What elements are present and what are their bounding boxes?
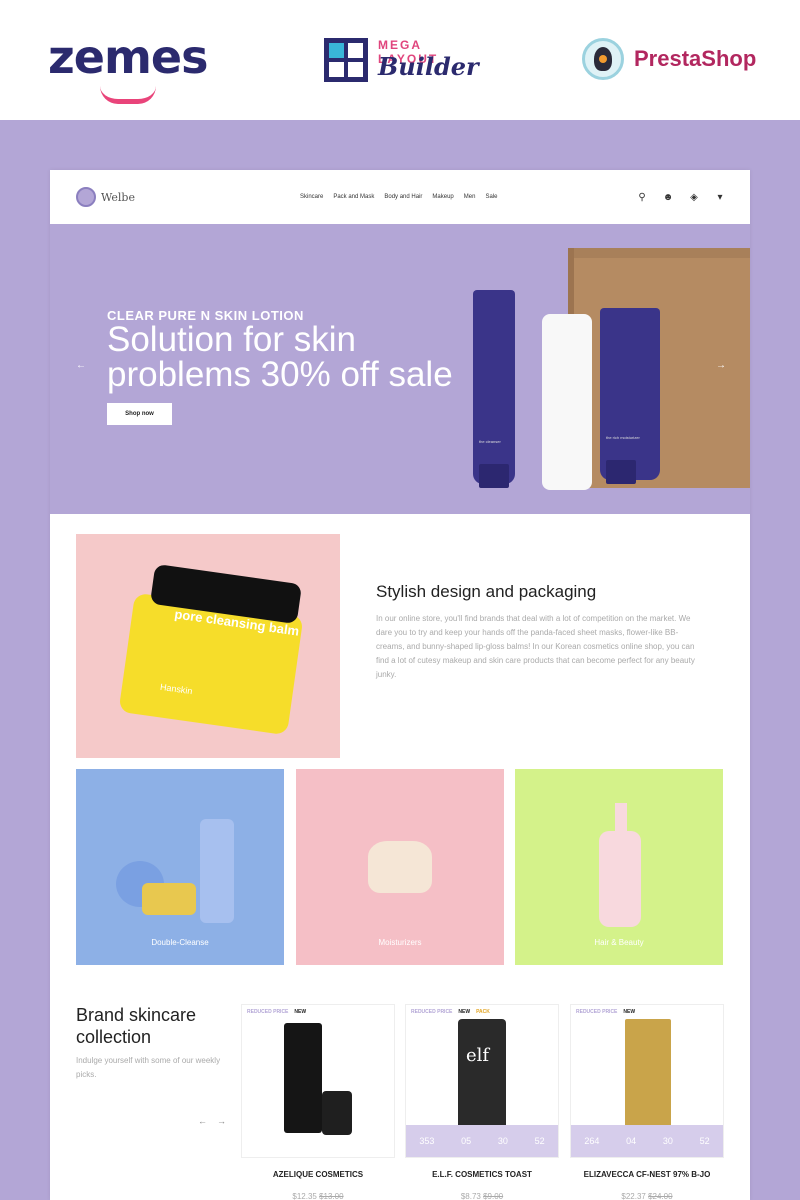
category-hair-beauty[interactable]: Hair & Beauty xyxy=(515,769,723,965)
zemes-logo-text: zemes xyxy=(48,30,208,84)
moisturizer-tube-image: the rich moisturizer xyxy=(600,308,660,484)
product-card[interactable]: REDUCED PRICE NEW xyxy=(241,1004,395,1158)
category-label: Moisturizers xyxy=(378,938,422,947)
feature-image: pore cleansing balm Hanskin xyxy=(76,534,340,758)
cart-icon[interactable]: ◈ xyxy=(688,192,700,204)
category-label: Hair & Beauty xyxy=(594,938,644,947)
search-icon[interactable]: ⚲ xyxy=(636,192,648,204)
product-image xyxy=(458,1019,506,1129)
menu-item-makeup[interactable]: Makeup xyxy=(432,194,453,200)
product-price: $22.37 $24.00 xyxy=(570,1192,724,1200)
account-icon[interactable]: ☻ xyxy=(662,192,674,204)
zemes-smile-shape xyxy=(100,86,156,104)
builder-text: Builder xyxy=(378,52,479,81)
product-image xyxy=(625,1019,671,1139)
site-logo[interactable]: Welbe xyxy=(76,187,135,207)
white-bottle-image xyxy=(542,314,592,490)
pump-image xyxy=(615,803,627,833)
collection-arrows: ← → xyxy=(198,1116,226,1126)
product-price: $8.73 $9.00 xyxy=(405,1192,559,1200)
menu-item-sale[interactable]: Sale xyxy=(485,194,497,200)
header-icons: ⚲ ☻ ◈ ▾ xyxy=(636,192,726,204)
current-price: $22.37 xyxy=(621,1192,646,1200)
product-tags: REDUCED PRICE NEW xyxy=(576,1009,635,1015)
product-name[interactable]: E.L.F. COSMETICS TOAST xyxy=(405,1170,559,1179)
prestashop-text: PrestaShop xyxy=(634,46,757,71)
hero-title: Solution for skin problems 30% off sale xyxy=(107,320,453,394)
product-tags: REDUCED PRICE NEW xyxy=(247,1009,306,1015)
zemes-logo: zemes xyxy=(48,26,208,104)
slider-next-arrow-icon[interactable]: → xyxy=(716,360,726,371)
countdown-days: 353 xyxy=(419,1136,435,1146)
main-menu: Skincare Pack and Mask Body and Hair Mak… xyxy=(300,194,497,200)
menu-item-skincare[interactable]: Skincare xyxy=(300,194,323,200)
jar-image xyxy=(368,841,432,893)
countdown-seconds: 52 xyxy=(534,1136,545,1146)
product-tags: REDUCED PRICE NEW PACK xyxy=(411,1009,490,1015)
tube-label: the cleanser xyxy=(479,439,501,444)
countdown-hours: 04 xyxy=(626,1136,637,1146)
tube-image xyxy=(200,819,234,923)
product-image xyxy=(284,1023,322,1133)
collection-description: Indulge yourself with some of our weekly… xyxy=(76,1056,221,1079)
current-price: $8.73 xyxy=(460,1192,481,1200)
new-tag: NEW xyxy=(458,1009,471,1015)
menu-item-men[interactable]: Men xyxy=(464,194,476,200)
feature-title: Stylish design and packaging xyxy=(376,582,597,601)
pack-tag: PACK xyxy=(476,1009,490,1015)
mega-layout-builder-logo: MEGA LAYOUT Builder xyxy=(324,36,484,86)
category-moisturizers[interactable]: Moisturizers xyxy=(296,769,504,965)
shop-now-button[interactable]: Shop now xyxy=(107,403,172,425)
old-price: $24.00 xyxy=(648,1192,673,1200)
penguin-icon xyxy=(582,38,624,80)
product-logo: elf xyxy=(466,1045,490,1066)
old-price: $13.00 xyxy=(319,1192,344,1200)
current-price: $12.35 xyxy=(292,1192,317,1200)
product-cap-image xyxy=(322,1091,352,1135)
feature-description: In our online store, you'll find brands … xyxy=(376,614,695,679)
category-double-cleanse[interactable]: Double-Cleanse xyxy=(76,769,284,965)
countdown-seconds: 52 xyxy=(699,1136,710,1146)
settings-icon[interactable]: ▾ xyxy=(714,192,726,204)
product-card[interactable]: REDUCED PRICE NEW 264 04 30 52 xyxy=(570,1004,724,1158)
tube-label: the rich moisturizer xyxy=(606,435,640,440)
countdown-days: 264 xyxy=(584,1136,600,1146)
countdown-timer: 353 05 30 52 xyxy=(406,1125,558,1157)
reduced-price-tag: REDUCED PRICE xyxy=(411,1009,453,1015)
new-tag: NEW xyxy=(294,1009,307,1015)
store-preview: Welbe Skincare Pack and Mask Body and Ha… xyxy=(50,170,750,1200)
brand-name: Welbe xyxy=(101,190,135,204)
bottle-image xyxy=(599,831,641,927)
slider-prev-arrow-icon[interactable]: ← xyxy=(76,360,86,371)
product-price: $12.35 $13.00 xyxy=(241,1192,395,1200)
next-arrow-icon[interactable]: → xyxy=(217,1116,226,1126)
product-card[interactable]: REDUCED PRICE NEW PACK elf 353 05 30 52 xyxy=(405,1004,559,1158)
countdown-minutes: 30 xyxy=(497,1136,508,1146)
category-label: Double-Cleanse xyxy=(151,938,209,947)
countdown-timer: 264 04 30 52 xyxy=(571,1125,723,1157)
countdown-hours: 05 xyxy=(461,1136,472,1146)
promo-banner: zemes MEGA LAYOUT Builder PrestaShop xyxy=(0,0,800,120)
hero-slider: the cleanser the rich moisturizer CLEAR … xyxy=(50,224,750,514)
countdown-minutes: 30 xyxy=(662,1136,673,1146)
grid-icon xyxy=(324,38,368,82)
product-name[interactable]: ELIZAVECCA CF-NEST 97% B-JO xyxy=(570,1170,724,1179)
reduced-price-tag: REDUCED PRICE xyxy=(247,1009,289,1015)
brand-icon xyxy=(76,187,96,207)
reduced-price-tag: REDUCED PRICE xyxy=(576,1009,618,1015)
old-price: $9.00 xyxy=(483,1192,504,1200)
collection-title: Brand skincare collection xyxy=(76,1005,197,1047)
site-header: Welbe Skincare Pack and Mask Body and Ha… xyxy=(50,170,750,224)
prev-arrow-icon[interactable]: ← xyxy=(198,1116,207,1126)
prestashop-logo: PrestaShop xyxy=(582,36,762,82)
product-name[interactable]: AZELIQUE COSMETICS xyxy=(241,1170,395,1179)
menu-item-body-and-hair[interactable]: Body and Hair xyxy=(384,194,422,200)
jar-image xyxy=(142,883,196,915)
menu-item-pack-and-mask[interactable]: Pack and Mask xyxy=(333,194,374,200)
new-tag: NEW xyxy=(623,1009,636,1015)
